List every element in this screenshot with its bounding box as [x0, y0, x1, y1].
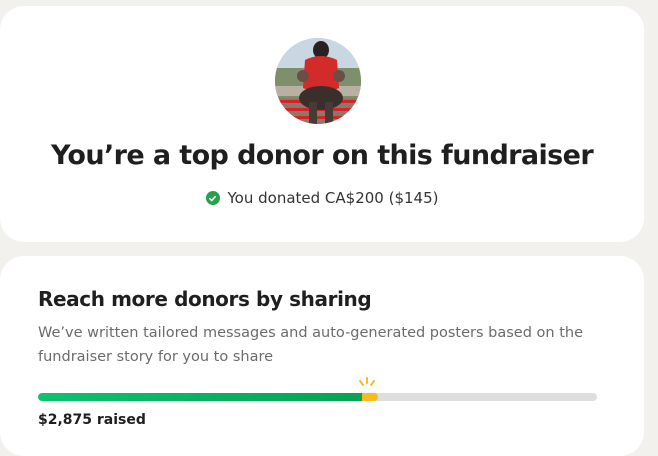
share-section-title: Reach more donors by sharing	[38, 287, 372, 311]
progress-recent-donation	[362, 393, 378, 401]
fundraiser-avatar	[275, 38, 361, 124]
share-section-description: We’ve written tailored messages and auto…	[38, 325, 584, 365]
progress-fill	[38, 393, 362, 401]
check-circle-icon	[205, 191, 220, 205]
fundraiser-progress-bar	[38, 393, 597, 401]
donation-amount-text: You donated CA$200 ($145)	[227, 189, 439, 207]
sparkle-icon	[359, 377, 375, 386]
donation-status: You donated CA$200 ($145)	[0, 189, 644, 207]
amount-raised: $2,875 raised	[38, 412, 146, 428]
top-donor-title: You’re a top donor on this fundraiser	[50, 140, 594, 171]
